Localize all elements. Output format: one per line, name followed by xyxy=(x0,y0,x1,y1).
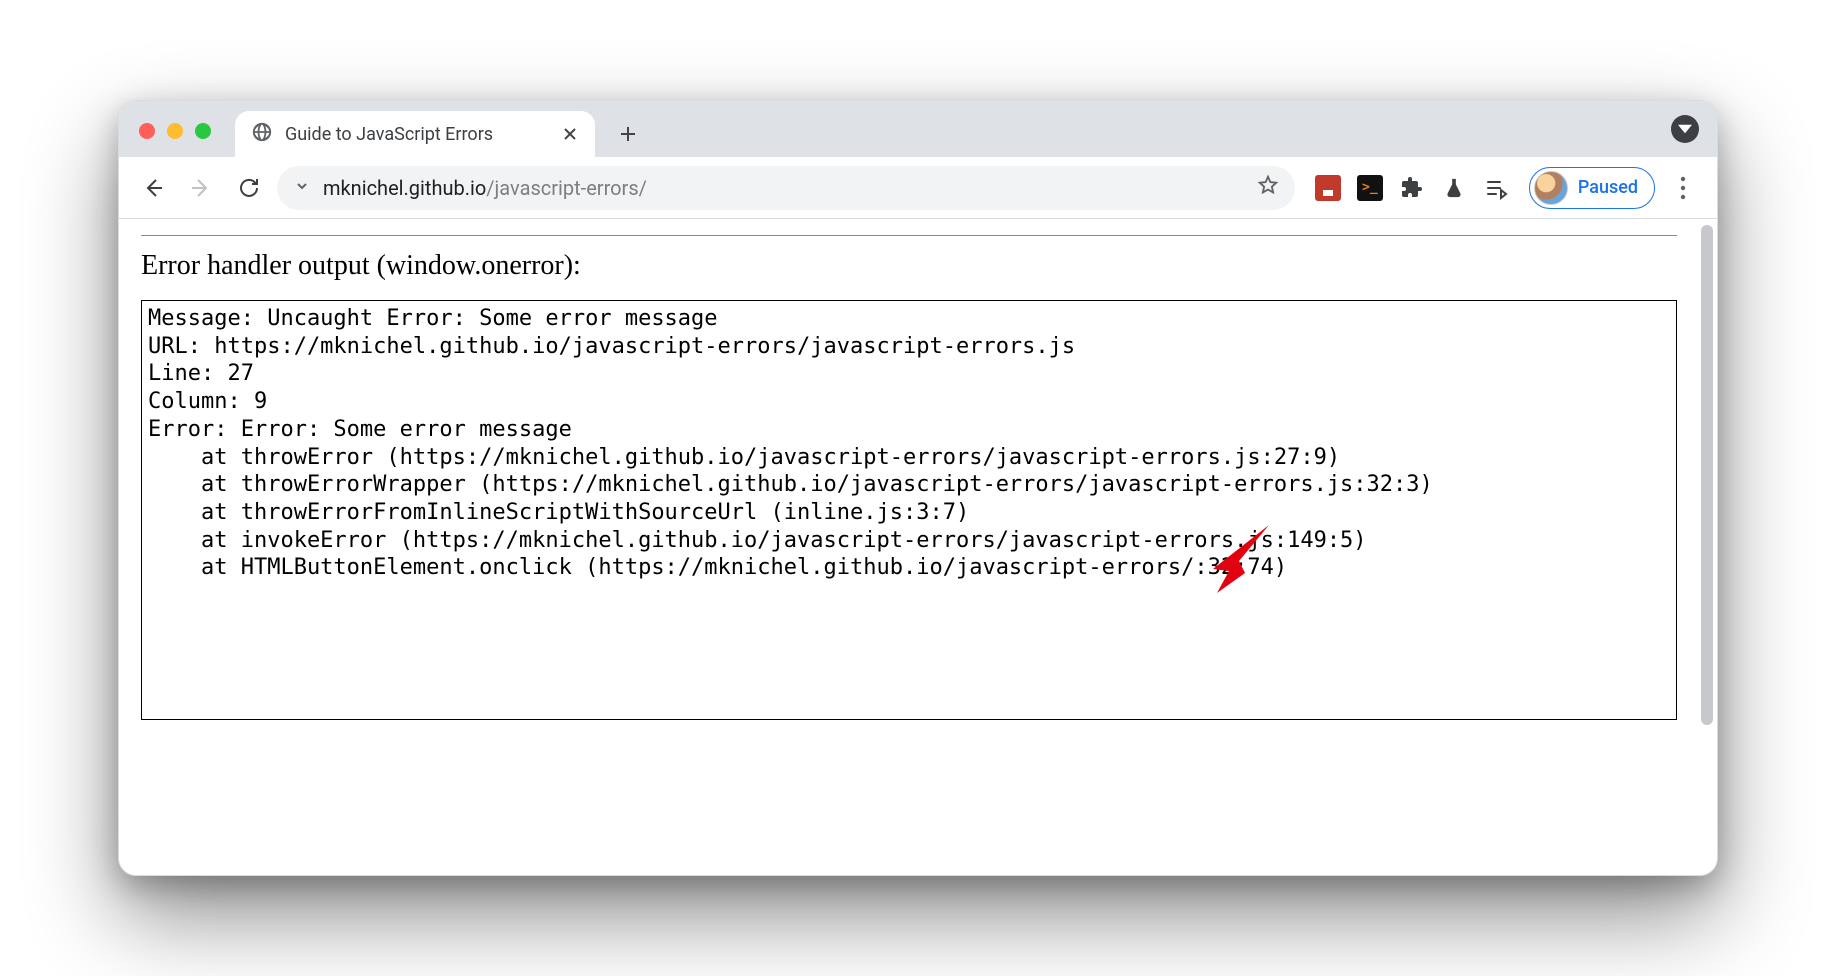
minimize-window-button[interactable] xyxy=(167,123,183,139)
media-queue-icon[interactable] xyxy=(1483,175,1509,201)
section-heading: Error handler output (window.onerror): xyxy=(141,250,1677,282)
globe-icon xyxy=(251,121,273,148)
browser-tab[interactable]: Guide to JavaScript Errors xyxy=(235,111,595,157)
bookmark-star-icon[interactable] xyxy=(1257,174,1279,201)
page-content: Error handler output (window.onerror): M… xyxy=(119,219,1695,875)
close-tab-button[interactable] xyxy=(561,125,579,143)
close-window-button[interactable] xyxy=(139,123,155,139)
url-path: /javascript-errors/ xyxy=(486,176,647,200)
url-text: mknichel.github.io/javascript-errors/ xyxy=(323,176,1245,200)
profile-status: Paused xyxy=(1578,177,1638,198)
profile-chip[interactable]: Paused xyxy=(1529,167,1655,209)
back-button[interactable] xyxy=(133,168,173,208)
tab-strip: Guide to JavaScript Errors xyxy=(119,101,1717,157)
site-info-icon[interactable] xyxy=(293,176,311,200)
reload-button[interactable] xyxy=(229,168,269,208)
forward-button[interactable] xyxy=(181,168,221,208)
maximize-window-button[interactable] xyxy=(195,123,211,139)
address-bar[interactable]: mknichel.github.io/javascript-errors/ xyxy=(277,166,1295,210)
tab-title: Guide to JavaScript Errors xyxy=(285,124,493,145)
browser-window: Guide to JavaScript Errors xyxy=(118,100,1718,876)
extension-terminal-icon[interactable]: >_ xyxy=(1357,175,1383,201)
error-output: Message: Uncaught Error: Some error mess… xyxy=(141,300,1677,720)
tab-search-button[interactable] xyxy=(1671,115,1699,143)
extensions-area: >_ xyxy=(1315,175,1509,201)
extension-chip-icon[interactable] xyxy=(1315,175,1341,201)
avatar-icon xyxy=(1534,171,1568,205)
chrome-menu-button[interactable] xyxy=(1663,176,1703,200)
page-viewport: Error handler output (window.onerror): M… xyxy=(119,219,1717,875)
vertical-scrollbar[interactable] xyxy=(1701,225,1713,725)
window-controls xyxy=(131,123,211,157)
toolbar: mknichel.github.io/javascript-errors/ >_… xyxy=(119,157,1717,219)
extensions-menu-icon[interactable] xyxy=(1399,175,1425,201)
divider xyxy=(141,235,1677,236)
url-host: mknichel.github.io xyxy=(323,176,486,200)
labs-flask-icon[interactable] xyxy=(1441,175,1467,201)
new-tab-button[interactable] xyxy=(609,115,647,153)
